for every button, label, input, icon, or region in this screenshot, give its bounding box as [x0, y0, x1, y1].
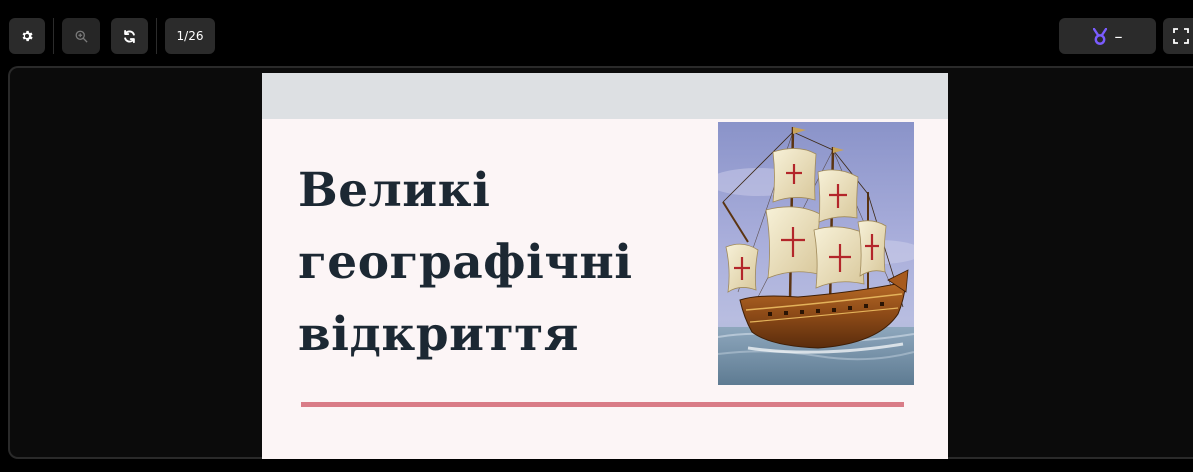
- slide-title: Великі географічні відкриття: [298, 155, 633, 371]
- page-counter-button[interactable]: 1/26: [165, 18, 215, 54]
- fullscreen-icon: [1173, 28, 1189, 44]
- toolbar-divider: [53, 18, 54, 54]
- slide-title-line: Великі: [298, 163, 491, 218]
- slide-title-line: відкриття: [298, 307, 579, 362]
- zoom-in-button[interactable]: [62, 18, 100, 54]
- page-counter: 1/26: [176, 29, 204, 43]
- slide-title-line: географічні: [298, 235, 633, 290]
- medal-button[interactable]: –: [1059, 18, 1156, 54]
- medal-count: –: [1114, 26, 1123, 46]
- settings-button[interactable]: [9, 18, 45, 54]
- slide-title-underline: [301, 402, 904, 407]
- gear-icon: [22, 30, 33, 42]
- toolbar-divider: [156, 18, 157, 54]
- zoom-in-icon: [75, 30, 88, 43]
- refresh-button[interactable]: [111, 18, 148, 54]
- sailing-ship-image: [718, 122, 914, 385]
- fullscreen-button[interactable]: [1163, 18, 1193, 54]
- toolbar: 1/26 –: [0, 0, 1193, 66]
- slide: Великі географічні відкриття: [262, 73, 948, 459]
- medal-icon: [1092, 27, 1107, 45]
- slide-header-band: [262, 73, 948, 119]
- presentation-viewer: 1/26 – Великі географічні відкриття: [0, 0, 1193, 472]
- refresh-icon: [124, 29, 135, 43]
